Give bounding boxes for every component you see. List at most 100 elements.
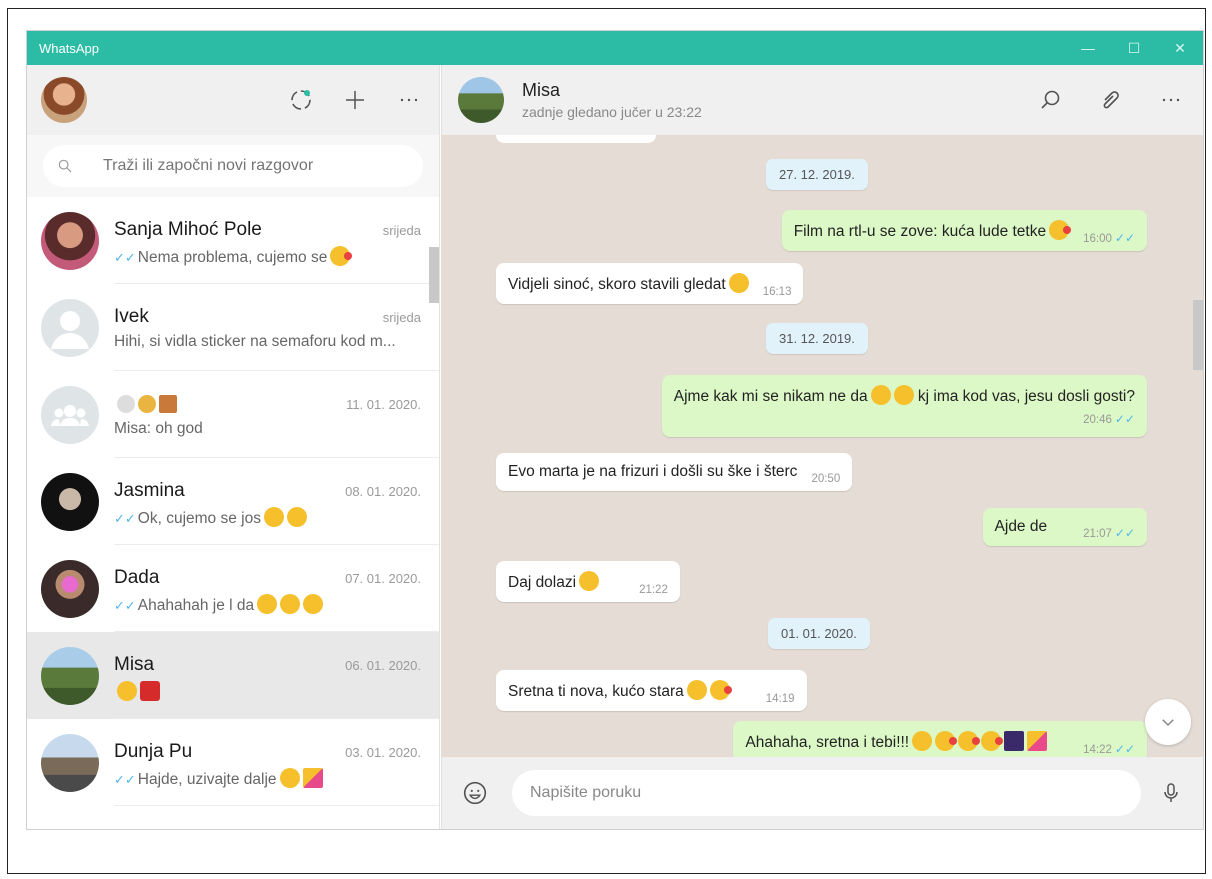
maximize-button[interactable]: ☐ bbox=[1111, 31, 1157, 65]
search-icon bbox=[57, 158, 73, 174]
profile-avatar[interactable] bbox=[41, 77, 87, 123]
chat-item-ivek[interactable]: Ivek srijeda Hihi, si vidla sticker na s… bbox=[27, 284, 439, 371]
chat-last-text: Hihi, si vidla sticker na semaforu kod m… bbox=[114, 333, 396, 350]
scroll-down-button[interactable] bbox=[1145, 699, 1191, 745]
message-input[interactable] bbox=[530, 784, 1141, 802]
message-text: Daj dolazi bbox=[508, 574, 577, 591]
coffee-emoji-icon bbox=[117, 395, 135, 413]
chat-last-text: Nema problema, cujemo se bbox=[137, 249, 328, 266]
message-bubble-out[interactable]: Ajme kak mi se nikam ne da kj ima kod va… bbox=[661, 375, 1147, 437]
avatar bbox=[41, 559, 99, 618]
laugh-emoji-icon bbox=[870, 385, 891, 405]
laugh-emoji-icon bbox=[912, 731, 933, 751]
chat-last-message: ✓✓ Ok, cujemo se jos bbox=[114, 507, 421, 528]
avatar bbox=[41, 211, 99, 270]
party-emoji-icon bbox=[1027, 731, 1048, 751]
message-time: 20:46 bbox=[1083, 414, 1112, 426]
whatsapp-window: WhatsApp — ☐ ✕ Traži ili započni novi ra… bbox=[26, 30, 1204, 830]
chat-item-dunja[interactable]: Dunja Pu 03. 01. 2020. ✓✓ Hajde, uzivajte… bbox=[27, 719, 439, 806]
status-icon[interactable] bbox=[289, 88, 313, 112]
message-bubble-out[interactable]: Ajde de 21:07 ✓✓ bbox=[982, 508, 1147, 546]
date-separator: 31. 12. 2019. bbox=[766, 323, 868, 354]
chat-list: Sanja Mihoć Pole srijeda ✓✓ Nema problema… bbox=[27, 197, 439, 829]
message-list: 27. 12. 2019. Film na rtl-u se zove: kuć… bbox=[441, 135, 1203, 757]
message-time: 14:19 bbox=[765, 693, 795, 705]
chat-item-group[interactable]: 11. 01. 2020. Misa: oh god bbox=[27, 371, 439, 458]
chat-last-message: ✓✓ Ahahahah je l da bbox=[114, 594, 421, 615]
laugh-emoji-icon bbox=[117, 681, 137, 701]
chat-item-body: Ivek srijeda Hihi, si vidla sticker na s… bbox=[114, 284, 439, 371]
chat-item-misa[interactable]: Misa 06. 01. 2020. bbox=[27, 632, 439, 719]
title-bar: WhatsApp — ☐ ✕ bbox=[27, 31, 1203, 65]
message-time: 21:07 bbox=[1083, 528, 1112, 540]
message-bubble-out[interactable]: Film na rtl-u se zove: kuća lude tetke 16… bbox=[781, 210, 1147, 251]
whisky-emoji-icon bbox=[159, 395, 177, 413]
message-bubble-in[interactable]: Vidjeli sinoć, skoro stavili gledat 16:13 bbox=[496, 263, 804, 304]
sidebar-scrollbar[interactable] bbox=[429, 247, 439, 303]
chat-last-message: ✓✓ Hajde, uzivajte dalje bbox=[114, 768, 421, 789]
chat-item-dada[interactable]: Dada 07. 01. 2020. ✓✓ Ahahahah je l da bbox=[27, 545, 439, 632]
minimize-button[interactable]: — bbox=[1065, 31, 1111, 65]
laugh-emoji-icon bbox=[686, 680, 707, 700]
message-bubble-in[interactable]: Sretna ti nova, kućo stara 14:19 bbox=[496, 670, 807, 711]
message-text: Vidjeli sinoć, skoro stavili gledat bbox=[508, 276, 726, 293]
dancer-emoji-icon bbox=[140, 681, 160, 701]
search-bar bbox=[27, 135, 439, 197]
message-bubble-in[interactable]: Daj dolazi 21:22 bbox=[496, 561, 680, 602]
read-ticks-icon: ✓✓ bbox=[1114, 742, 1135, 756]
message-text: Sretna ti nova, kućo stara bbox=[508, 683, 684, 700]
laugh-emoji-icon bbox=[728, 273, 749, 293]
grin-emoji-icon bbox=[257, 594, 278, 614]
sidebar: Sanja Mihoć Pole srijeda ✓✓Nema problema… bbox=[27, 65, 440, 829]
read-ticks-icon: ✓✓ bbox=[1114, 526, 1135, 540]
group-avatar-icon bbox=[41, 385, 99, 444]
chat-item-sanja[interactable]: Sanja Mihoć Pole srijeda ✓✓ Nema problema… bbox=[27, 197, 439, 284]
close-button[interactable]: ✕ bbox=[1157, 31, 1203, 65]
message-input-box[interactable] bbox=[512, 770, 1141, 816]
chat-item-body: Jasmina 08. 01. 2020. ✓✓ Ok, cujemo se jo… bbox=[114, 458, 439, 545]
chat-date: srijeda bbox=[382, 310, 421, 325]
microphone-icon[interactable] bbox=[1159, 781, 1183, 805]
avatar bbox=[41, 646, 99, 705]
message-text: Ajme kak mi se nikam ne da bbox=[673, 388, 868, 405]
message-meta: 20:46 ✓✓ bbox=[674, 404, 1135, 426]
beer-emoji-icon bbox=[138, 395, 156, 413]
chat-item-jasmina[interactable]: Jasmina 08. 01. 2020. ✓✓ Ok, cujemo se jo… bbox=[27, 458, 439, 545]
emoji-icon[interactable] bbox=[462, 780, 488, 806]
message-text: Film na rtl-u se zove: kuća lude tetke bbox=[793, 223, 1047, 240]
message-composer bbox=[441, 757, 1203, 829]
menu-icon[interactable] bbox=[1159, 88, 1183, 112]
conversation-header-icons bbox=[1039, 65, 1183, 135]
wink-emoji-icon bbox=[279, 768, 300, 788]
menu-icon[interactable] bbox=[397, 88, 421, 112]
attach-icon[interactable] bbox=[1099, 88, 1123, 112]
contact-avatar[interactable] bbox=[458, 77, 504, 123]
chat-last-message: ✓✓ Nema problema, cujemo se bbox=[114, 246, 421, 267]
grin-emoji-icon bbox=[280, 594, 301, 614]
search-icon[interactable] bbox=[1039, 88, 1063, 112]
date-separator: 27. 12. 2019. bbox=[766, 159, 868, 190]
new-chat-icon[interactable] bbox=[343, 88, 367, 112]
message-bubble-partial bbox=[496, 135, 656, 143]
search-input[interactable] bbox=[103, 157, 403, 175]
chat-last-text: Hajde, uzivajte dalje bbox=[137, 771, 277, 788]
wink-emoji-icon bbox=[893, 385, 914, 405]
chat-date: 07. 01. 2020. bbox=[345, 571, 421, 586]
laugh-emoji-icon bbox=[579, 571, 600, 591]
contact-info[interactable]: Misa zadnje gledano jučer u 23:22 bbox=[522, 80, 702, 120]
message-bubble-out[interactable]: Ahahaha, sretna i tebi!!! 14:22 ✓✓ bbox=[733, 721, 1147, 757]
sidebar-header-icons bbox=[289, 65, 421, 135]
message-time: 20:50 bbox=[811, 473, 841, 485]
chat-name: Sanja Mihoć Pole bbox=[114, 219, 262, 240]
grin-emoji-icon bbox=[303, 594, 324, 614]
contact-last-seen: zadnje gledano jučer u 23:22 bbox=[522, 104, 702, 120]
smile-emoji-icon bbox=[286, 507, 307, 527]
chat-name: Ivek bbox=[114, 306, 149, 327]
message-time: 16:13 bbox=[762, 286, 792, 298]
search-box[interactable] bbox=[43, 145, 423, 187]
window-title: WhatsApp bbox=[39, 40, 99, 56]
avatar bbox=[41, 472, 99, 531]
conversation-scrollbar[interactable] bbox=[1193, 300, 1203, 370]
message-bubble-in[interactable]: Evo marta je na frizuri i došli su ške i… bbox=[496, 453, 853, 491]
chat-item-body: Dunja Pu 03. 01. 2020. ✓✓ Hajde, uzivajte… bbox=[114, 719, 439, 806]
